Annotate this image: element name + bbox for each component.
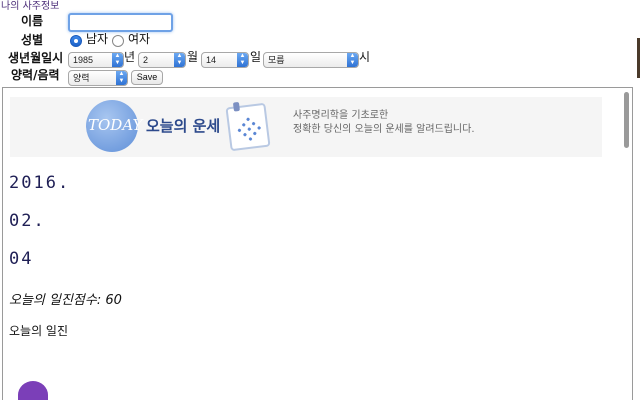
- select-arrows-icon: ▲ ▼: [347, 53, 358, 67]
- scrollbar-thumb[interactable]: [624, 92, 629, 148]
- calendar-type-select[interactable]: 양력 ▲ ▼: [68, 70, 128, 86]
- date-year: 2016.: [9, 173, 71, 193]
- daily-score: 오늘의 일진점수: 60: [9, 293, 122, 308]
- section-title: 나의 사주정보: [1, 1, 60, 12]
- gender-male-radio[interactable]: [70, 35, 82, 47]
- calendar-icon: [225, 101, 271, 152]
- birth-year-select[interactable]: 1985 ▲ ▼: [68, 52, 124, 68]
- birth-month-value: 2: [143, 55, 149, 65]
- birth-month-select[interactable]: 2 ▲ ▼: [138, 52, 186, 68]
- name-input[interactable]: [68, 13, 173, 32]
- today-logo-text: TODAY: [88, 116, 143, 134]
- fortune-result-frame: TODAY 오늘의 운세 사주명리학을 기초로한 정확한 당신의 오늘의 운세를…: [2, 87, 633, 400]
- birth-year-value: 1985: [73, 55, 94, 65]
- banner-desc-line2: 정확한 당신의 오늘의 운세를 알려드립니다.: [293, 124, 475, 135]
- birth-label: 생년월일시: [8, 51, 64, 65]
- birth-day-select[interactable]: 14 ▲ ▼: [201, 52, 249, 68]
- select-arrows-icon: ▲ ▼: [112, 53, 123, 67]
- date-month: 02.: [9, 211, 46, 231]
- calendar-type-value: 양력: [73, 73, 90, 83]
- select-arrows-icon: ▲ ▼: [174, 53, 185, 67]
- calendar-pin-icon: [232, 101, 240, 112]
- name-label: 이름: [21, 14, 44, 28]
- saju-form: 나의 사주정보 이름 성별 남자 여자 생년월일시 1985 ▲ ▼ 년 2 ▲ ▼…: [0, 0, 637, 86]
- gender-male-label[interactable]: 남자: [86, 32, 108, 47]
- banner-description: 사주명리학을 기초로한 정확한 당신의 오늘의 운세를 알려드립니다.: [293, 109, 475, 137]
- gender-label: 성별: [21, 33, 44, 47]
- calendar-type-label: 양력/음력: [11, 68, 60, 82]
- today-fortune-banner: TODAY 오늘의 운세 사주명리학을 기초로한 정확한 당신의 오늘의 운세를…: [10, 97, 602, 157]
- birth-hour-select[interactable]: 모름 ▲ ▼: [263, 52, 359, 68]
- birth-day-value: 14: [206, 55, 217, 65]
- year-unit: 년: [124, 50, 136, 64]
- day-unit: 일: [250, 50, 262, 64]
- banner-title: 오늘의 운세: [146, 117, 221, 135]
- select-arrows-icon: ▲ ▼: [237, 53, 248, 67]
- save-button[interactable]: Save: [131, 70, 163, 85]
- hour-unit: 시: [359, 50, 371, 64]
- birth-hour-value: 모름: [268, 55, 285, 65]
- month-unit: 월: [187, 50, 199, 64]
- date-day: 04: [9, 249, 34, 269]
- banner-desc-line1: 사주명리학을 기초로한: [293, 110, 389, 121]
- gender-female-label[interactable]: 여자: [128, 32, 150, 47]
- select-arrows-icon: ▲ ▼: [116, 71, 127, 85]
- calendar-grid-icon: [233, 114, 265, 146]
- ilgin-image: [18, 381, 48, 400]
- gender-female-radio[interactable]: [112, 35, 124, 47]
- daily-ilgin-heading: 오늘의 일진: [9, 324, 69, 338]
